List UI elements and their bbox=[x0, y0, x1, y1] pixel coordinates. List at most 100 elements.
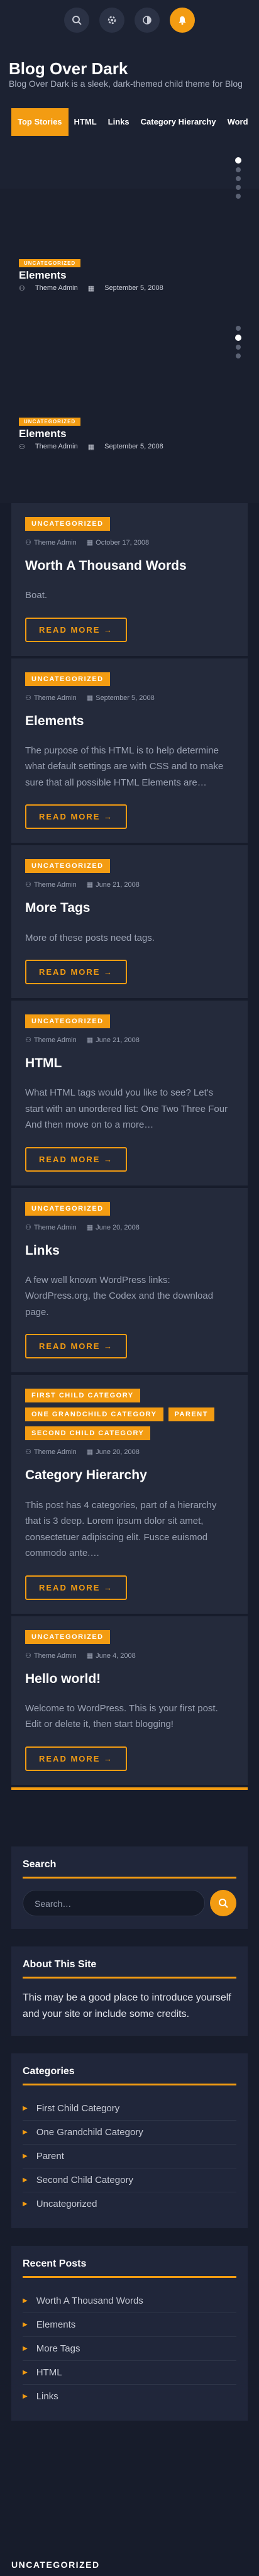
slide-meta: ⚇ Theme Admin ▦ September 5, 2008 bbox=[19, 443, 163, 451]
recent-post-link[interactable]: ▶ Links bbox=[23, 2385, 236, 2408]
widget-title: Search bbox=[23, 1859, 236, 1879]
post-excerpt: More of these posts need tags. bbox=[25, 932, 155, 943]
post-excerpt: This post has 4 categories, part of a hi… bbox=[25, 1499, 217, 1559]
calendar-icon: ▦ bbox=[87, 285, 95, 292]
post-author[interactable]: Theme Admin bbox=[34, 1448, 77, 1456]
post-title[interactable]: Hello world! bbox=[25, 1671, 234, 1687]
search-widget: Search Search… bbox=[11, 1846, 248, 1929]
category-badge[interactable]: ONE GRANDCHILD CATEGORY bbox=[25, 1407, 163, 1422]
slider-dot[interactable] bbox=[236, 194, 241, 199]
category-link[interactable]: ▶ Uncategorized bbox=[23, 2192, 236, 2216]
read-more-button[interactable]: READ MORE → bbox=[25, 617, 128, 642]
search-input[interactable]: Search… bbox=[23, 1889, 205, 1916]
post-date: June 21, 2008 bbox=[96, 1036, 140, 1045]
slider-dot[interactable] bbox=[236, 345, 241, 350]
slide-category-badge[interactable]: UNCATEGORIZED bbox=[19, 259, 81, 267]
read-more-button[interactable]: READ MORE → bbox=[25, 1746, 128, 1771]
read-more-button[interactable]: READ MORE → bbox=[25, 1334, 128, 1359]
recent-posts-widget: Recent Posts ▶ Worth A Thousand Words ▶ El… bbox=[11, 2245, 248, 2421]
post-title[interactable]: HTML bbox=[25, 1055, 234, 1071]
gear-icon[interactable] bbox=[99, 8, 124, 33]
category-link[interactable]: ▶ Parent bbox=[23, 2145, 236, 2168]
category-badge[interactable]: SECOND CHILD CATEGORY bbox=[25, 1426, 151, 1441]
author-icon: ⚇ bbox=[19, 443, 25, 451]
site-title[interactable]: Blog Over Dark bbox=[9, 59, 128, 79]
triangle-right-icon: ▶ bbox=[23, 2297, 28, 2304]
post-title[interactable]: Category Hierarchy bbox=[25, 1467, 234, 1483]
slider-dot[interactable] bbox=[236, 167, 241, 172]
post-title[interactable]: More Tags bbox=[25, 900, 234, 916]
read-more-button[interactable]: READ MORE → bbox=[25, 1575, 128, 1600]
contrast-icon[interactable] bbox=[135, 8, 160, 33]
post-author[interactable]: Theme Admin bbox=[34, 1036, 77, 1044]
post-title[interactable]: Links bbox=[25, 1243, 234, 1258]
post-excerpt: What HTML tags would you like to see? Le… bbox=[25, 1087, 228, 1131]
slide-author[interactable]: Theme Admin bbox=[35, 443, 78, 451]
category-badge[interactable]: UNCATEGORIZED bbox=[25, 1014, 110, 1029]
triangle-right-icon: ▶ bbox=[23, 2321, 28, 2328]
slide-category-badge[interactable]: UNCATEGORIZED bbox=[19, 418, 81, 426]
read-more-button[interactable]: READ MORE → bbox=[25, 960, 128, 985]
category-link[interactable]: ▶ First Child Category bbox=[23, 2097, 236, 2121]
slide-author[interactable]: Theme Admin bbox=[35, 284, 78, 292]
post-excerpt: Welcome to WordPress. This is your first… bbox=[25, 1702, 218, 1730]
category-badge[interactable]: FIRST CHILD CATEGORY bbox=[25, 1389, 140, 1403]
nav-item-html[interactable]: HTML bbox=[69, 108, 102, 136]
slider-dot[interactable] bbox=[236, 176, 241, 181]
slide[interactable]: UNCATEGORIZED Elements ⚇ Theme Admin ▦ S… bbox=[0, 314, 259, 472]
slider-dot[interactable] bbox=[236, 326, 241, 331]
search-icon[interactable] bbox=[64, 8, 89, 33]
triangle-right-icon: ▶ bbox=[23, 2200, 28, 2207]
read-more-button[interactable]: READ MORE → bbox=[25, 804, 128, 830]
read-more-button[interactable]: READ MORE → bbox=[25, 1146, 128, 1172]
search-button[interactable] bbox=[210, 1889, 236, 1916]
recent-post-link[interactable]: ▶ Worth A Thousand Words bbox=[23, 2289, 236, 2313]
slider-dot[interactable] bbox=[235, 157, 241, 164]
recent-post-link[interactable]: ▶ Elements bbox=[23, 2313, 236, 2337]
slider-dots bbox=[235, 326, 241, 358]
post-author[interactable]: Theme Admin bbox=[34, 881, 77, 889]
slide-title[interactable]: Elements bbox=[19, 269, 67, 282]
triangle-right-icon: ▶ bbox=[23, 2152, 28, 2160]
category-badge[interactable]: UNCATEGORIZED bbox=[25, 672, 110, 686]
nav-item-links[interactable]: Links bbox=[102, 108, 135, 136]
post-author[interactable]: Theme Admin bbox=[34, 539, 77, 547]
author-icon: ⚇ bbox=[25, 1448, 31, 1457]
main-nav: Top Stories HTML Links Category Hierarch… bbox=[11, 108, 259, 136]
post-author[interactable]: Theme Admin bbox=[34, 694, 77, 702]
category-badge[interactable]: UNCATEGORIZED bbox=[25, 517, 110, 531]
post-card: FIRST CHILD CATEGORY ONE GRANDCHILD CATE… bbox=[11, 1375, 248, 1616]
category-link[interactable]: ▶ Second Child Category bbox=[23, 2168, 236, 2192]
post-author[interactable]: Theme Admin bbox=[34, 1652, 77, 1660]
category-badge[interactable]: UNCATEGORIZED bbox=[25, 859, 110, 874]
author-icon: ⚇ bbox=[19, 285, 25, 292]
category-badge[interactable]: UNCATEGORIZED bbox=[25, 1629, 110, 1644]
slider-dot[interactable] bbox=[236, 185, 241, 190]
post-card: UNCATEGORIZED ⚇ Theme Admin ▦ September 5, … bbox=[11, 658, 248, 846]
bell-icon[interactable] bbox=[170, 8, 195, 33]
nav-item-word[interactable]: Word bbox=[222, 108, 254, 136]
calendar-icon: ▦ bbox=[86, 1448, 94, 1457]
site-tagline: Blog Over Dark is a sleek, dark-themed c… bbox=[9, 79, 243, 89]
nav-item-category-hierarchy[interactable]: Category Hierarchy bbox=[135, 108, 222, 136]
sidebar-widgets: Search Search… About This Site This may … bbox=[0, 1790, 259, 2421]
post-title[interactable]: Elements bbox=[25, 713, 234, 729]
category-badge[interactable]: UNCATEGORIZED bbox=[25, 1201, 110, 1216]
post-list: UNCATEGORIZED ⚇ Theme Admin ▦ October 17, 2… bbox=[0, 503, 259, 1790]
author-icon: ⚇ bbox=[25, 881, 31, 889]
calendar-icon: ▦ bbox=[86, 1652, 94, 1660]
recent-post-link[interactable]: ▶ HTML bbox=[23, 2361, 236, 2385]
slide-title[interactable]: Elements bbox=[19, 428, 67, 440]
post-title[interactable]: Worth A Thousand Words bbox=[25, 558, 234, 574]
category-link[interactable]: ▶ One Grandchild Category bbox=[23, 2121, 236, 2145]
calendar-icon: ▦ bbox=[87, 443, 95, 451]
author-icon: ⚇ bbox=[25, 1223, 31, 1231]
slider-dot[interactable] bbox=[236, 353, 241, 358]
post-author[interactable]: Theme Admin bbox=[34, 1224, 77, 1231]
nav-item-top-stories[interactable]: Top Stories bbox=[11, 108, 69, 136]
widget-title: Recent Posts bbox=[23, 2258, 236, 2278]
recent-post-link[interactable]: ▶ More Tags bbox=[23, 2337, 236, 2361]
slider-dot[interactable] bbox=[235, 335, 241, 341]
post-card: UNCATEGORIZED ⚇ Theme Admin ▦ June 4, 2008 … bbox=[11, 1616, 248, 1787]
category-badge[interactable]: PARENT bbox=[168, 1407, 214, 1422]
